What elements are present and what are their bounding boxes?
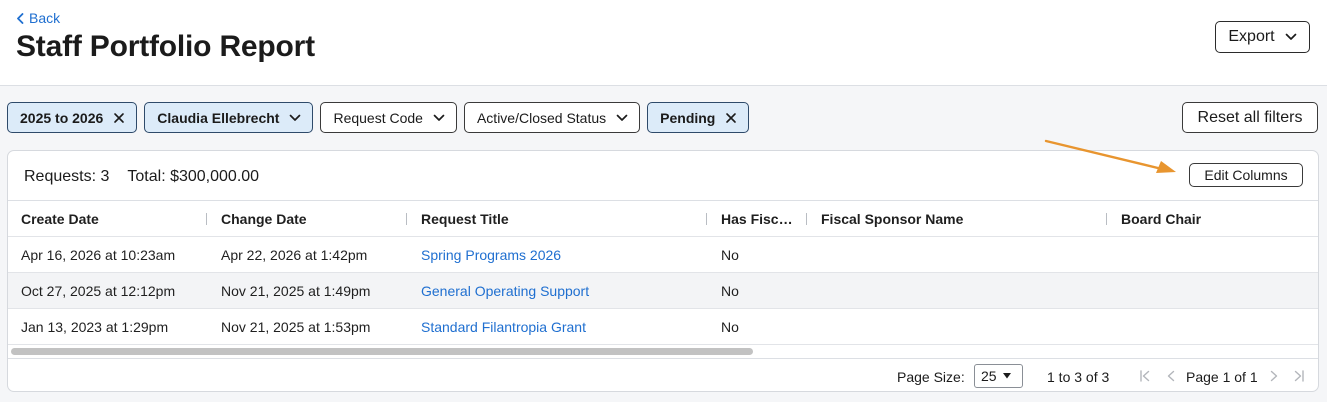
horizontal-scrollbar[interactable] [8,345,1318,357]
table-row[interactable]: Apr 16, 2026 at 10:23am Apr 22, 2026 at … [8,237,1318,273]
scrollbar-thumb[interactable] [11,348,753,355]
cell-create-date: Jan 13, 2023 at 1:29pm [21,319,169,335]
cell-change-date: Nov 21, 2025 at 1:53pm [221,319,371,335]
close-icon[interactable] [725,112,737,124]
column-resize-handle[interactable] [806,213,807,225]
grid-header-row: Create Date Change Date Request Title Ha… [8,201,1318,237]
cell-change-date: Nov 21, 2025 at 1:49pm [221,283,371,299]
chevron-down-icon [1285,33,1296,40]
first-page-icon[interactable] [1138,368,1152,384]
export-button[interactable]: Export [1215,21,1310,53]
page-size-label: Page Size: [897,369,965,385]
caret-down-icon [1002,373,1011,379]
cell-board-chair [1121,309,1311,345]
column-header[interactable]: Create Date [21,201,206,237]
column-resize-handle[interactable] [1106,213,1107,225]
column-resize-handle[interactable] [406,213,407,225]
filter-chip-date-range[interactable]: 2025 to 2026 [7,102,138,133]
filter-chip-status[interactable]: Active/Closed Status [463,102,641,133]
results-panel: Requests: 3 Total: $300,000.00 Edit Colu… [7,150,1319,392]
requests-count: Requests: 3 [24,168,110,185]
results-summary: Requests: 3 Total: $300,000.00 [24,168,259,186]
page-title: Staff Portfolio Report [16,30,315,63]
page-size-value: 25 [981,368,997,384]
request-title-link[interactable]: Spring Programs 2026 [421,237,706,273]
chevron-left-icon [17,12,24,24]
column-header[interactable]: Board Chair [1121,201,1311,237]
reset-filters-button[interactable]: Reset all filters [1182,102,1318,133]
cell-has-fiscal-sponsor: No [721,247,739,263]
filter-chip-label: 2025 to 2026 [20,109,104,126]
page-size-select[interactable]: 25 [974,364,1023,388]
prev-page-icon[interactable] [1164,368,1178,384]
filter-chip-request-code[interactable]: Request Code [320,102,457,133]
cell-create-date: Oct 27, 2025 at 12:12pm [21,283,176,299]
cell-fiscal-sponsor-name [821,273,1106,309]
cell-board-chair [1121,237,1311,273]
column-header[interactable]: Request Title [421,201,706,237]
column-header[interactable]: Has Fisc… [721,201,801,237]
chevron-down-icon [616,114,628,121]
page-indicator: Page 1 of 1 [1186,369,1258,385]
request-title-link[interactable]: General Operating Support [421,273,706,309]
filter-chip-label: Active/Closed Status [476,109,607,126]
back-link[interactable]: Back [16,10,60,26]
column-resize-handle[interactable] [206,213,207,225]
back-label: Back [29,10,61,26]
filter-chip-pending[interactable]: Pending [647,102,750,133]
chevron-down-icon [290,114,301,121]
filter-chip-label: Request Code [333,109,423,126]
filter-chip-label: Claudia Ellebrecht [157,109,280,126]
last-page-icon[interactable] [1292,368,1306,384]
row-range: 1 to 3 of 3 [1047,369,1110,385]
next-page-icon[interactable] [1267,368,1281,384]
cell-has-fiscal-sponsor: No [721,319,739,335]
export-label: Export [1228,28,1275,45]
filter-chip-staff[interactable]: Claudia Ellebrecht [144,102,314,133]
table-row[interactable]: Oct 27, 2025 at 12:12pm Nov 21, 2025 at … [8,273,1318,309]
data-grid: Create Date Change Date Request Title Ha… [8,200,1318,345]
cell-create-date: Apr 16, 2026 at 10:23am [21,247,176,263]
annotation-arrow [1044,139,1176,173]
cell-change-date: Apr 22, 2026 at 1:42pm [221,247,368,263]
pagination-bar: Page Size: 25 1 to 3 of 3 Page 1 of 1 [8,358,1318,391]
column-header[interactable]: Fiscal Sponsor Name [821,201,1106,237]
edit-columns-button[interactable]: Edit Columns [1189,163,1303,187]
cell-board-chair [1121,273,1311,309]
chevron-down-icon [433,114,445,121]
table-row[interactable]: Jan 13, 2023 at 1:29pm Nov 21, 2025 at 1… [8,309,1318,345]
close-icon[interactable] [113,112,125,124]
column-resize-handle[interactable] [706,213,707,225]
cell-has-fiscal-sponsor: No [721,283,739,299]
filter-chip-label: Pending [660,109,716,126]
filter-bar: 2025 to 2026 Claudia Ellebrecht Request … [7,102,750,133]
page-header: Back Staff Portfolio Report Export [0,0,1327,86]
cell-fiscal-sponsor-name [821,309,1106,345]
requests-total: Total: $300,000.00 [127,168,260,185]
request-title-link[interactable]: Standard Filantropia Grant [421,309,706,345]
cell-fiscal-sponsor-name [821,237,1106,273]
column-header[interactable]: Change Date [221,201,406,237]
